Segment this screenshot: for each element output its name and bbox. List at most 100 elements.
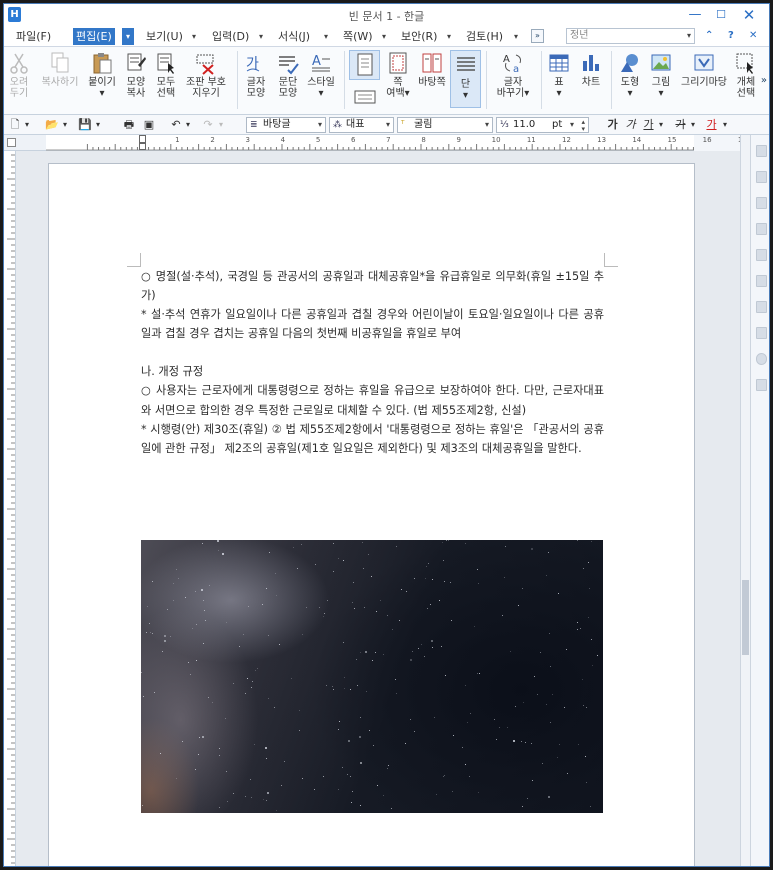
- star-dot: [250, 779, 251, 780]
- menu-review-dropdown-icon[interactable]: ▾: [514, 28, 518, 45]
- hyperlink-icon[interactable]: [756, 301, 767, 313]
- title-bar: H 빈 문서 1 - 한글 — ☐ ✕: [4, 4, 769, 26]
- media-icon[interactable]: [756, 275, 767, 287]
- menu-edit[interactable]: 편집(E): [73, 28, 115, 45]
- maximize-button[interactable]: ☐: [709, 6, 733, 24]
- indent-marker-bottom[interactable]: [139, 143, 146, 150]
- italic-button[interactable]: 가: [624, 117, 637, 133]
- doc-close-icon[interactable]: ✕: [749, 30, 757, 41]
- strikethrough-dropdown-icon[interactable]: ▾: [688, 117, 698, 133]
- save-icon[interactable]: 💾: [78, 117, 92, 133]
- paste-button[interactable]: 붙이기 ▾: [86, 51, 118, 99]
- ruler-corner-button[interactable]: [7, 138, 16, 147]
- indent-marker-top[interactable]: [139, 135, 146, 143]
- new-doc-icon[interactable]: 🗋: [8, 117, 22, 133]
- ribbon-collapse-icon[interactable]: ⌃: [705, 30, 713, 41]
- clipboard-icon[interactable]: [756, 249, 767, 261]
- style-button[interactable]: A 스타일 ▾: [305, 51, 337, 99]
- menu-view-dropdown-icon[interactable]: ▾: [192, 28, 196, 45]
- scrollbar-thumb[interactable]: [742, 580, 749, 655]
- column-dropdown-icon[interactable]: ▾: [451, 90, 480, 101]
- format-copy-button[interactable]: 모양 복사: [122, 51, 150, 99]
- night-sky-photo[interactable]: [141, 540, 603, 813]
- comment-icon[interactable]: [756, 353, 767, 365]
- menu-security-dropdown-icon[interactable]: ▾: [447, 28, 451, 45]
- picture-button[interactable]: 그림 ▾: [647, 51, 675, 99]
- underline-button[interactable]: 가: [642, 117, 655, 133]
- select-all-button[interactable]: 모두 선택: [152, 51, 180, 99]
- menu-format[interactable]: 서식(J): [275, 28, 313, 45]
- style-select[interactable]: ≣ 바탕글 ▾: [246, 117, 326, 133]
- menu-input-dropdown-icon[interactable]: ▾: [259, 28, 263, 45]
- style-search-combo[interactable]: 정년 ▾: [566, 28, 695, 44]
- vertical-scrollbar[interactable]: [740, 135, 750, 866]
- ribbon-more-button[interactable]: »: [761, 75, 767, 86]
- bold-button[interactable]: 가: [606, 117, 619, 133]
- font-color-button[interactable]: 가: [705, 117, 718, 133]
- char-replace-button[interactable]: Aa 글자 바꾸기▾: [492, 51, 534, 99]
- menu-format-dropdown-icon[interactable]: ▾: [324, 28, 328, 45]
- vertical-ruler[interactable]: [4, 151, 16, 866]
- side-panel-icon[interactable]: [756, 145, 767, 157]
- paste-dropdown-icon[interactable]: ▾: [86, 88, 118, 99]
- menu-page[interactable]: 쪽(W): [340, 28, 376, 45]
- font-size-input[interactable]: ⅓ 11.0 pt ▾ ▴ ▾: [496, 117, 589, 133]
- history-icon[interactable]: [756, 223, 767, 235]
- star-dot: [245, 693, 246, 694]
- page-portrait-button[interactable]: [349, 50, 380, 80]
- help-icon[interactable]: ?: [728, 30, 734, 41]
- font-color-dropdown-icon[interactable]: ▾: [720, 117, 730, 133]
- copy-button[interactable]: 복사하기: [38, 51, 82, 88]
- menu-edit-dropdown-icon[interactable]: ▾: [122, 28, 134, 45]
- remove-format-marks-button[interactable]: 조판 부호 지우기: [182, 51, 230, 99]
- master-page-button[interactable]: 바탕쪽: [416, 51, 448, 88]
- page-margin-button[interactable]: 쪽 여백▾: [383, 51, 413, 99]
- para-shape-button[interactable]: 문단 모양: [274, 51, 302, 99]
- save-side-icon[interactable]: [756, 327, 767, 339]
- print-preview-icon[interactable]: ▣: [142, 117, 156, 133]
- underline-dropdown-icon[interactable]: ▾: [656, 117, 666, 133]
- print-icon[interactable]: 🖶: [122, 117, 136, 133]
- font-unit-chevron-icon[interactable]: ▾: [570, 118, 574, 132]
- table-button[interactable]: 표 ▾: [546, 51, 572, 99]
- column-button[interactable]: 단 ▾: [450, 50, 481, 108]
- drawing-yard-button[interactable]: 그리기마당: [678, 51, 730, 88]
- undo-dropdown-icon[interactable]: ▾: [183, 117, 193, 133]
- redo-dropdown-icon[interactable]: ▾: [216, 117, 226, 133]
- doc-info-icon[interactable]: [756, 171, 767, 183]
- open-dropdown-icon[interactable]: ▾: [60, 117, 70, 133]
- char-shape-button[interactable]: 가 글자 모양: [242, 51, 270, 99]
- redo-icon[interactable]: ↷: [201, 117, 215, 133]
- chart-button[interactable]: 차트: [577, 51, 605, 88]
- page-landscape-button[interactable]: [351, 89, 378, 107]
- style-dropdown-icon[interactable]: ▾: [305, 88, 337, 99]
- menu-input[interactable]: 입력(D): [209, 28, 252, 45]
- undo-icon[interactable]: ↶: [169, 117, 183, 133]
- object-select-button[interactable]: 개체 선택: [732, 51, 760, 99]
- horizontal-ruler[interactable]: 123456789101112131415161718: [46, 135, 747, 151]
- picture-dropdown-icon[interactable]: ▾: [647, 88, 675, 99]
- menu-review[interactable]: 검토(H): [463, 28, 506, 45]
- bookmark-icon[interactable]: [756, 197, 767, 209]
- minimize-button[interactable]: —: [683, 6, 707, 24]
- cut-button[interactable]: 오려 두기: [7, 51, 31, 99]
- shape-button[interactable]: 도형 ▾: [616, 51, 644, 99]
- close-button[interactable]: ✕: [737, 6, 761, 24]
- menu-security[interactable]: 보안(R): [398, 28, 440, 45]
- open-folder-icon[interactable]: 📂: [44, 117, 60, 133]
- menu-view[interactable]: 보기(U): [143, 28, 186, 45]
- menu-file[interactable]: 파일(F): [13, 28, 54, 45]
- menu-page-dropdown-icon[interactable]: ▾: [382, 28, 386, 45]
- body-text[interactable]: ○ 명절(설·추석), 국경일 등 관공서의 공휴일과 대체공휴일*을 유급휴일…: [141, 267, 604, 458]
- table-dropdown-icon[interactable]: ▾: [546, 88, 572, 99]
- strikethrough-button[interactable]: 가: [674, 117, 687, 133]
- font-language-select[interactable]: ⁂ 대표 ▾: [329, 117, 394, 133]
- font-select[interactable]: ᵀ 굴림 ▾: [397, 117, 493, 133]
- font-size-spin-icon[interactable]: ▴ ▾: [581, 119, 585, 133]
- shape-dropdown-icon[interactable]: ▾: [616, 88, 644, 99]
- picture-side-icon[interactable]: [756, 379, 767, 391]
- new-doc-dropdown-icon[interactable]: ▾: [22, 117, 32, 133]
- menu-more-button[interactable]: »: [531, 29, 544, 43]
- document-page[interactable]: ○ 명절(설·추석), 국경일 등 관공서의 공휴일과 대체공휴일*을 유급휴일…: [48, 163, 695, 866]
- save-dropdown-icon[interactable]: ▾: [93, 117, 103, 133]
